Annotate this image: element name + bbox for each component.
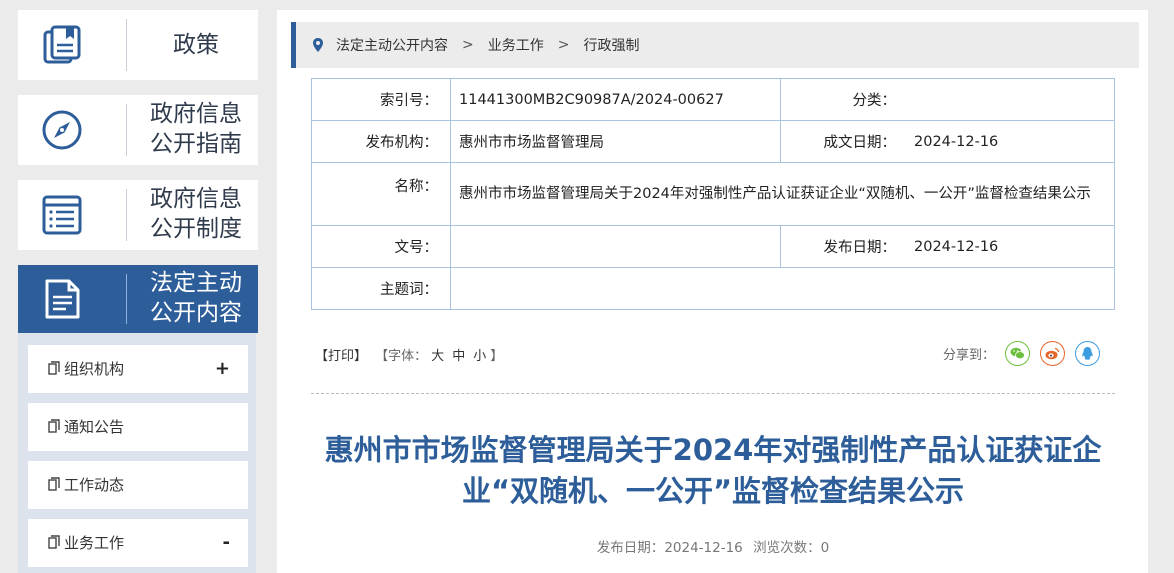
document-metadata-table: 索引号： 11441300MB2C90987A/2024-00627 分类： 发… [311,78,1115,310]
keywords-value [450,267,1115,310]
category-label: 分类： [780,78,908,121]
main-content: 法定主动公开内容 > 业务工作 > 行政强制 索引号： 11441300MB2C… [277,10,1148,573]
sidebar-card-label: 法定主动 公开内容 [134,268,258,328]
breadcrumb-separator: > [462,37,474,53]
publish-date-label: 发布日期： [780,225,908,268]
submenu-item-notices[interactable]: 通知公告 [28,403,248,451]
share-label: 分享到： [943,348,996,363]
page-icon [48,419,60,433]
publish-date-value: 2024-12-16 [908,225,1115,268]
article-publish-info: 发布日期：2024-12-16 浏览次数：0 [311,536,1115,556]
name-label: 名称： [311,162,451,226]
publish-date-value: 2024-12-16 [664,540,743,556]
doc-number-value [450,225,781,268]
wechat-icon [1010,347,1025,360]
submenu-item-business[interactable]: 业务工作 - [28,519,248,567]
list-icon [42,195,82,235]
breadcrumb-link-business[interactable]: 业务工作 [488,35,544,55]
print-link[interactable]: 【打印】 [315,349,367,364]
publisher-label: 发布机构： [311,120,451,163]
font-size-prefix: 【字体： [375,349,428,364]
share-bar: 分享到： [943,341,1101,366]
index-label: 索引号： [311,78,451,121]
label-line: 政府信息 [150,186,242,212]
submenu-item-organization[interactable]: 组织机构 + [28,345,248,393]
card-divider [126,19,127,71]
doc-number-label: 文号： [311,225,451,268]
label-line: 公开制度 [150,216,242,242]
category-value [908,78,1115,121]
breadcrumb-link-enforcement[interactable]: 行政强制 [583,35,639,55]
publisher-value: 惠州市市场监督管理局 [450,120,781,163]
keywords-label: 主题词： [311,267,451,310]
sidebar-card-label: 政府信息 公开制度 [134,184,258,244]
submenu-item-label: 通知公告 [64,418,125,436]
page-icon [48,477,60,491]
breadcrumb: 法定主动公开内容 > 业务工作 > 行政强制 [291,22,1139,68]
publish-date-label: 发布日期： [596,540,665,556]
font-medium-link[interactable]: 中 [452,349,465,364]
collapse-toggle[interactable]: - [223,519,230,567]
label-line: 公开内容 [150,300,242,326]
created-date-label: 成文日期： [780,120,908,163]
submenu-item-label: 业务工作 [64,534,125,552]
label-line: 政府信息 [150,101,242,127]
sidebar-submenu: 组织机构 + 通知公告 工作动态 业务工作 - [18,333,256,573]
created-date-value: 2024-12-16 [908,120,1115,163]
card-divider [126,189,127,241]
weibo-icon [1045,347,1060,360]
submenu-item-label: 工作动态 [64,476,125,494]
name-value: 惠州市市场监督管理局关于2024年对强制性产品认证获证企业“双随机、一公开”监督… [450,162,1115,226]
qq-share-button[interactable] [1075,341,1101,366]
font-large-link[interactable]: 大 [431,349,444,364]
sidebar-card-label: 政策 [173,32,219,58]
submenu-item-news[interactable]: 工作动态 [28,461,248,509]
view-count-value: 0 [820,540,830,556]
document-icon [45,279,80,319]
label-line: 公开指南 [150,131,242,157]
font-small-link[interactable]: 小 [473,349,486,364]
card-divider [126,274,127,324]
index-value: 11441300MB2C90987A/2024-00627 [450,78,781,121]
breadcrumb-link-disclosure[interactable]: 法定主动公开内容 [336,35,448,55]
font-size-suffix: 】 [490,349,504,364]
sidebar-card-disclosure[interactable]: 法定主动 公开内容 [18,265,258,333]
sidebar-card-policy[interactable]: 政策 [18,10,258,80]
article-toolbar: 【打印】 【字体：大中小】 [315,345,507,364]
label-line: 法定主动 [150,270,242,296]
view-count-label: 浏览次数： [753,540,821,556]
page-icon [48,535,60,549]
book-icon [43,25,81,64]
page-icon [48,361,60,375]
wechat-share-button[interactable] [1005,341,1031,366]
expand-toggle[interactable]: + [215,345,230,393]
sidebar-card-system[interactable]: 政府信息 公开制度 [18,180,258,250]
article-title: 惠州市市场监督管理局关于2024年对强制性产品认证获证企业“双随机、一公开”监督… [324,433,1102,508]
submenu-item-label: 组织机构 [64,360,125,378]
compass-icon [42,110,82,150]
breadcrumb-separator: > [557,37,570,53]
card-divider [126,104,127,156]
divider [311,393,1115,394]
sidebar-card-guide[interactable]: 政府信息 公开指南 [18,95,258,165]
location-pin-icon [313,38,323,52]
qq-icon [1082,347,1093,360]
weibo-share-button[interactable] [1040,341,1066,366]
sidebar-card-label: 政府信息 公开指南 [134,99,258,159]
